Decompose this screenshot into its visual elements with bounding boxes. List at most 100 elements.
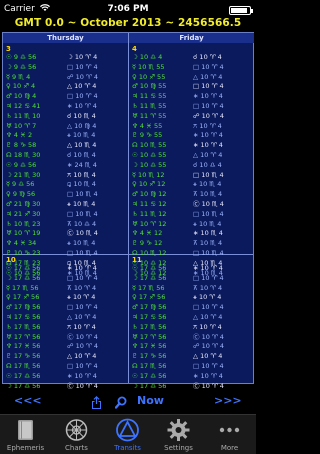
transit-entry[interactable]: ☽ 10 ♈ 4: [67, 53, 98, 63]
tab-settings[interactable]: Settings: [153, 415, 204, 454]
transit-entry[interactable]: ♆ 4 ♓ 34: [6, 239, 40, 249]
transit-entry[interactable]: □ 10 ♈ 4: [193, 63, 224, 73]
transit-entry[interactable]: ♂ 17 ♍ 56: [6, 303, 40, 313]
transit-entry[interactable]: ⊼ 10 ♏ 4: [193, 239, 224, 249]
transit-entry[interactable]: □ 10 ♈ 4: [193, 102, 224, 112]
transit-entry[interactable]: △ 10 ♈ 4: [193, 151, 224, 161]
transit-entry[interactable]: ☽ 9 ♎ 56: [6, 63, 40, 73]
transit-entry[interactable]: △ 10 ♈ 4: [193, 313, 224, 323]
share-icon[interactable]: [91, 394, 102, 409]
day-cell-10[interactable]: 10 ☉ 17 ♎ 56 ☽ 17 ♎ 56 ☿ 17 ♏ 56 ♀ 17 ♐ 56 ♂ …: [3, 255, 127, 390]
transit-entry[interactable]: ∗ 10 ♈ 4: [67, 264, 98, 274]
transit-entry[interactable]: ☉ 10 ♎ 55: [132, 151, 166, 161]
transit-entry[interactable]: ♆ 4 ♓ 55: [132, 122, 166, 132]
transit-entry[interactable]: ♀ 9 ♍ 56: [6, 190, 40, 200]
transit-entry[interactable]: ⚼ 10 ♏ 4: [67, 180, 98, 190]
transit-entry[interactable]: ☿ 17 ♏ 56: [6, 284, 40, 294]
transit-entry[interactable]: ⚹ 10 ♏ 4: [193, 220, 224, 230]
transit-entry[interactable]: △ 10 ♈ 4: [193, 352, 224, 362]
transit-entry[interactable]: ♅ 10 ♈ 12: [132, 220, 166, 230]
transit-entry[interactable]: ♃ 17 ♋ 56: [6, 313, 40, 323]
next-button[interactable]: >>>: [214, 394, 242, 407]
transit-entry[interactable]: ♀ 17 ♐ 56: [6, 293, 40, 303]
transit-entry[interactable]: ☿ 10 ♏ 55: [132, 63, 166, 73]
transit-entry[interactable]: □ 10 ♈ 4: [193, 82, 224, 92]
search-icon[interactable]: [114, 394, 127, 409]
transit-entry[interactable]: ♂ 21 ♍ 30: [6, 200, 40, 210]
transit-entry[interactable]: ♃ 21 ♐ 30: [6, 210, 40, 220]
transit-entry[interactable]: ☊ 10 ♏ 55: [132, 141, 166, 151]
transit-entry[interactable]: ♇ 8 ♑ 58: [6, 141, 40, 151]
transit-entry[interactable]: △ 10 ♈ 4: [67, 352, 98, 362]
transit-entry[interactable]: △ 10 ♏ 4: [67, 141, 98, 151]
transit-entry[interactable]: ♅ 17 ♈ 56: [6, 333, 40, 343]
transit-entry[interactable]: ♅ 17 ♈ 56: [132, 333, 166, 343]
transit-entry[interactable]: ∗ 10 ♈ 4: [193, 264, 224, 274]
transit-entry[interactable]: ☍ 10 ♈ 4: [67, 342, 98, 352]
transit-entry[interactable]: ⚹ 10 ♏ 4: [67, 131, 98, 141]
transit-entry[interactable]: ∗ 24 ♏ 4: [67, 161, 98, 171]
transit-entry[interactable]: ☍ 10 ♈ 4: [193, 112, 224, 122]
transit-entry[interactable]: ♂ 10 ♍ 12: [132, 190, 166, 200]
transit-entry[interactable]: □ 10 ♈ 4: [67, 274, 98, 284]
transit-entry[interactable]: ∗ 10 ♈ 4: [67, 102, 98, 112]
tab-ephemeris[interactable]: Ephemeris: [0, 415, 51, 454]
transit-entry[interactable]: ☿ 17 ♏ 56: [132, 284, 166, 294]
transit-entry[interactable]: □ 10 ♏ 4: [67, 210, 98, 220]
transit-entry[interactable]: ♅ 10 ♈ 19: [6, 229, 40, 239]
transit-entry[interactable]: ♃ 11 ♋ 12: [132, 200, 166, 210]
transit-entry[interactable]: ☌ 10 ♈ 4: [193, 53, 224, 63]
transit-entry[interactable]: ☿ 9 ♏ 4: [6, 73, 40, 83]
now-button[interactable]: Now: [137, 394, 164, 407]
transit-entry[interactable]: □ 10 ♈ 4: [193, 362, 224, 372]
transit-entry[interactable]: ♂ 10 ♍ 4: [6, 92, 40, 102]
transit-entry[interactable]: ☊ 17 ♏ 56: [132, 362, 166, 372]
transit-entry[interactable]: ♆ 17 ♓ 56: [6, 342, 40, 352]
transit-entry[interactable]: ♀ 10 ♐ 55: [132, 73, 166, 83]
transit-entry[interactable]: ⚹ 10 ♈ 4: [193, 293, 224, 303]
transit-entry[interactable]: ☉ 17 ♎ 56: [6, 264, 40, 274]
transit-entry[interactable]: ⚹ 10 ♈ 4: [67, 293, 98, 303]
transit-entry[interactable]: ⊼ 10 ♈ 4: [67, 284, 98, 294]
transit-entry[interactable]: ♄ 17 ♏ 56: [6, 323, 40, 333]
transit-entry[interactable]: ∗ 10 ♈ 4: [193, 92, 224, 102]
transit-entry[interactable]: ♄ 11 ♏ 10: [6, 112, 40, 122]
transit-entry[interactable]: ∗ 10 ♈ 4: [67, 372, 98, 382]
transit-entry[interactable]: ♇ 9 ♑ 55: [132, 131, 166, 141]
transit-entry[interactable]: ☉ 17 ♎ 56: [6, 372, 40, 382]
transit-entry[interactable]: △ 10 ♈ 4: [67, 313, 98, 323]
transit-entry[interactable]: □ 10 ♈ 4: [193, 303, 224, 313]
transit-entry[interactable]: ☽ 17 ♎ 56: [132, 274, 166, 284]
transit-entry[interactable]: ⚹ 10 ♏ 4: [193, 180, 224, 190]
transit-entry[interactable]: ♅ 11 ♈ 55: [132, 112, 166, 122]
transit-entry[interactable]: ♀ 10 ♐ 4: [6, 82, 40, 92]
transit-entry[interactable]: □ 10 ♏ 4: [193, 210, 224, 220]
transit-entry[interactable]: ⚻ 10 ♈ 4: [67, 323, 98, 333]
transit-entry[interactable]: ☽ 21 ♏ 30: [6, 171, 40, 181]
transit-entry[interactable]: ♄ 10 ♏ 23: [6, 220, 40, 230]
transit-entry[interactable]: ☿ 9 ♎ 56: [6, 180, 40, 190]
transit-entry[interactable]: ☉ 9 ♎ 56: [6, 53, 40, 63]
previous-button[interactable]: <<<: [14, 394, 42, 407]
transit-entry[interactable]: ∗ 10 ♈ 4: [193, 131, 224, 141]
tab-charts[interactable]: Charts: [51, 415, 102, 454]
transit-entry[interactable]: ♀ 17 ♐ 56: [132, 293, 166, 303]
transit-entry[interactable]: ♀ 10 ♐ 12: [132, 180, 166, 190]
transit-entry[interactable]: □ 10 ♏ 4: [67, 190, 98, 200]
transit-entry[interactable]: ♇ 17 ♑ 56: [132, 352, 166, 362]
transit-entry[interactable]: ∗ 10 ♏ 4: [193, 229, 224, 239]
transit-entry[interactable]: ⊼ 10 ♏ 4: [193, 190, 224, 200]
transit-entry[interactable]: △ 10 ♈ 4: [193, 73, 224, 83]
transit-entry[interactable]: ∗ 10 ♈ 4: [193, 141, 224, 151]
transit-entry[interactable]: Ⓒ 10 ♈ 4: [67, 333, 98, 343]
transit-entry[interactable]: □ 10 ♏ 4: [193, 171, 224, 181]
transit-entry[interactable]: ♅ 10 ♈ 7: [6, 122, 40, 132]
day-cell-3[interactable]: 3 ☉ 9 ♎ 56 ☽ 9 ♎ 56 ☿ 9 ♏ 4 ♀ 10 ♐ 4 ♂ 10 ♍ 4…: [3, 44, 127, 277]
transit-entry[interactable]: ☌ 10 ♏ 4: [67, 112, 98, 122]
transit-entry[interactable]: ☍ 10 ♈ 4: [193, 342, 224, 352]
day-cell-11[interactable]: 11 ☉ 17 ♎ 56 ☽ 17 ♎ 56 ☿ 17 ♏ 56 ♀ 17 ♐ 56 ♂ …: [129, 255, 253, 390]
transit-entry[interactable]: Ⓒ 10 ♏ 4: [193, 200, 224, 210]
transit-entry[interactable]: ☍ 10 ♈ 4: [67, 73, 98, 83]
transit-entry[interactable]: Ⓒ 10 ♈ 4: [193, 333, 224, 343]
transit-calendar[interactable]: Thursday Friday 3 ☉ 9 ♎ 56 ☽ 9 ♎ 56 ☿ 9 ♏ 4…: [2, 32, 254, 390]
